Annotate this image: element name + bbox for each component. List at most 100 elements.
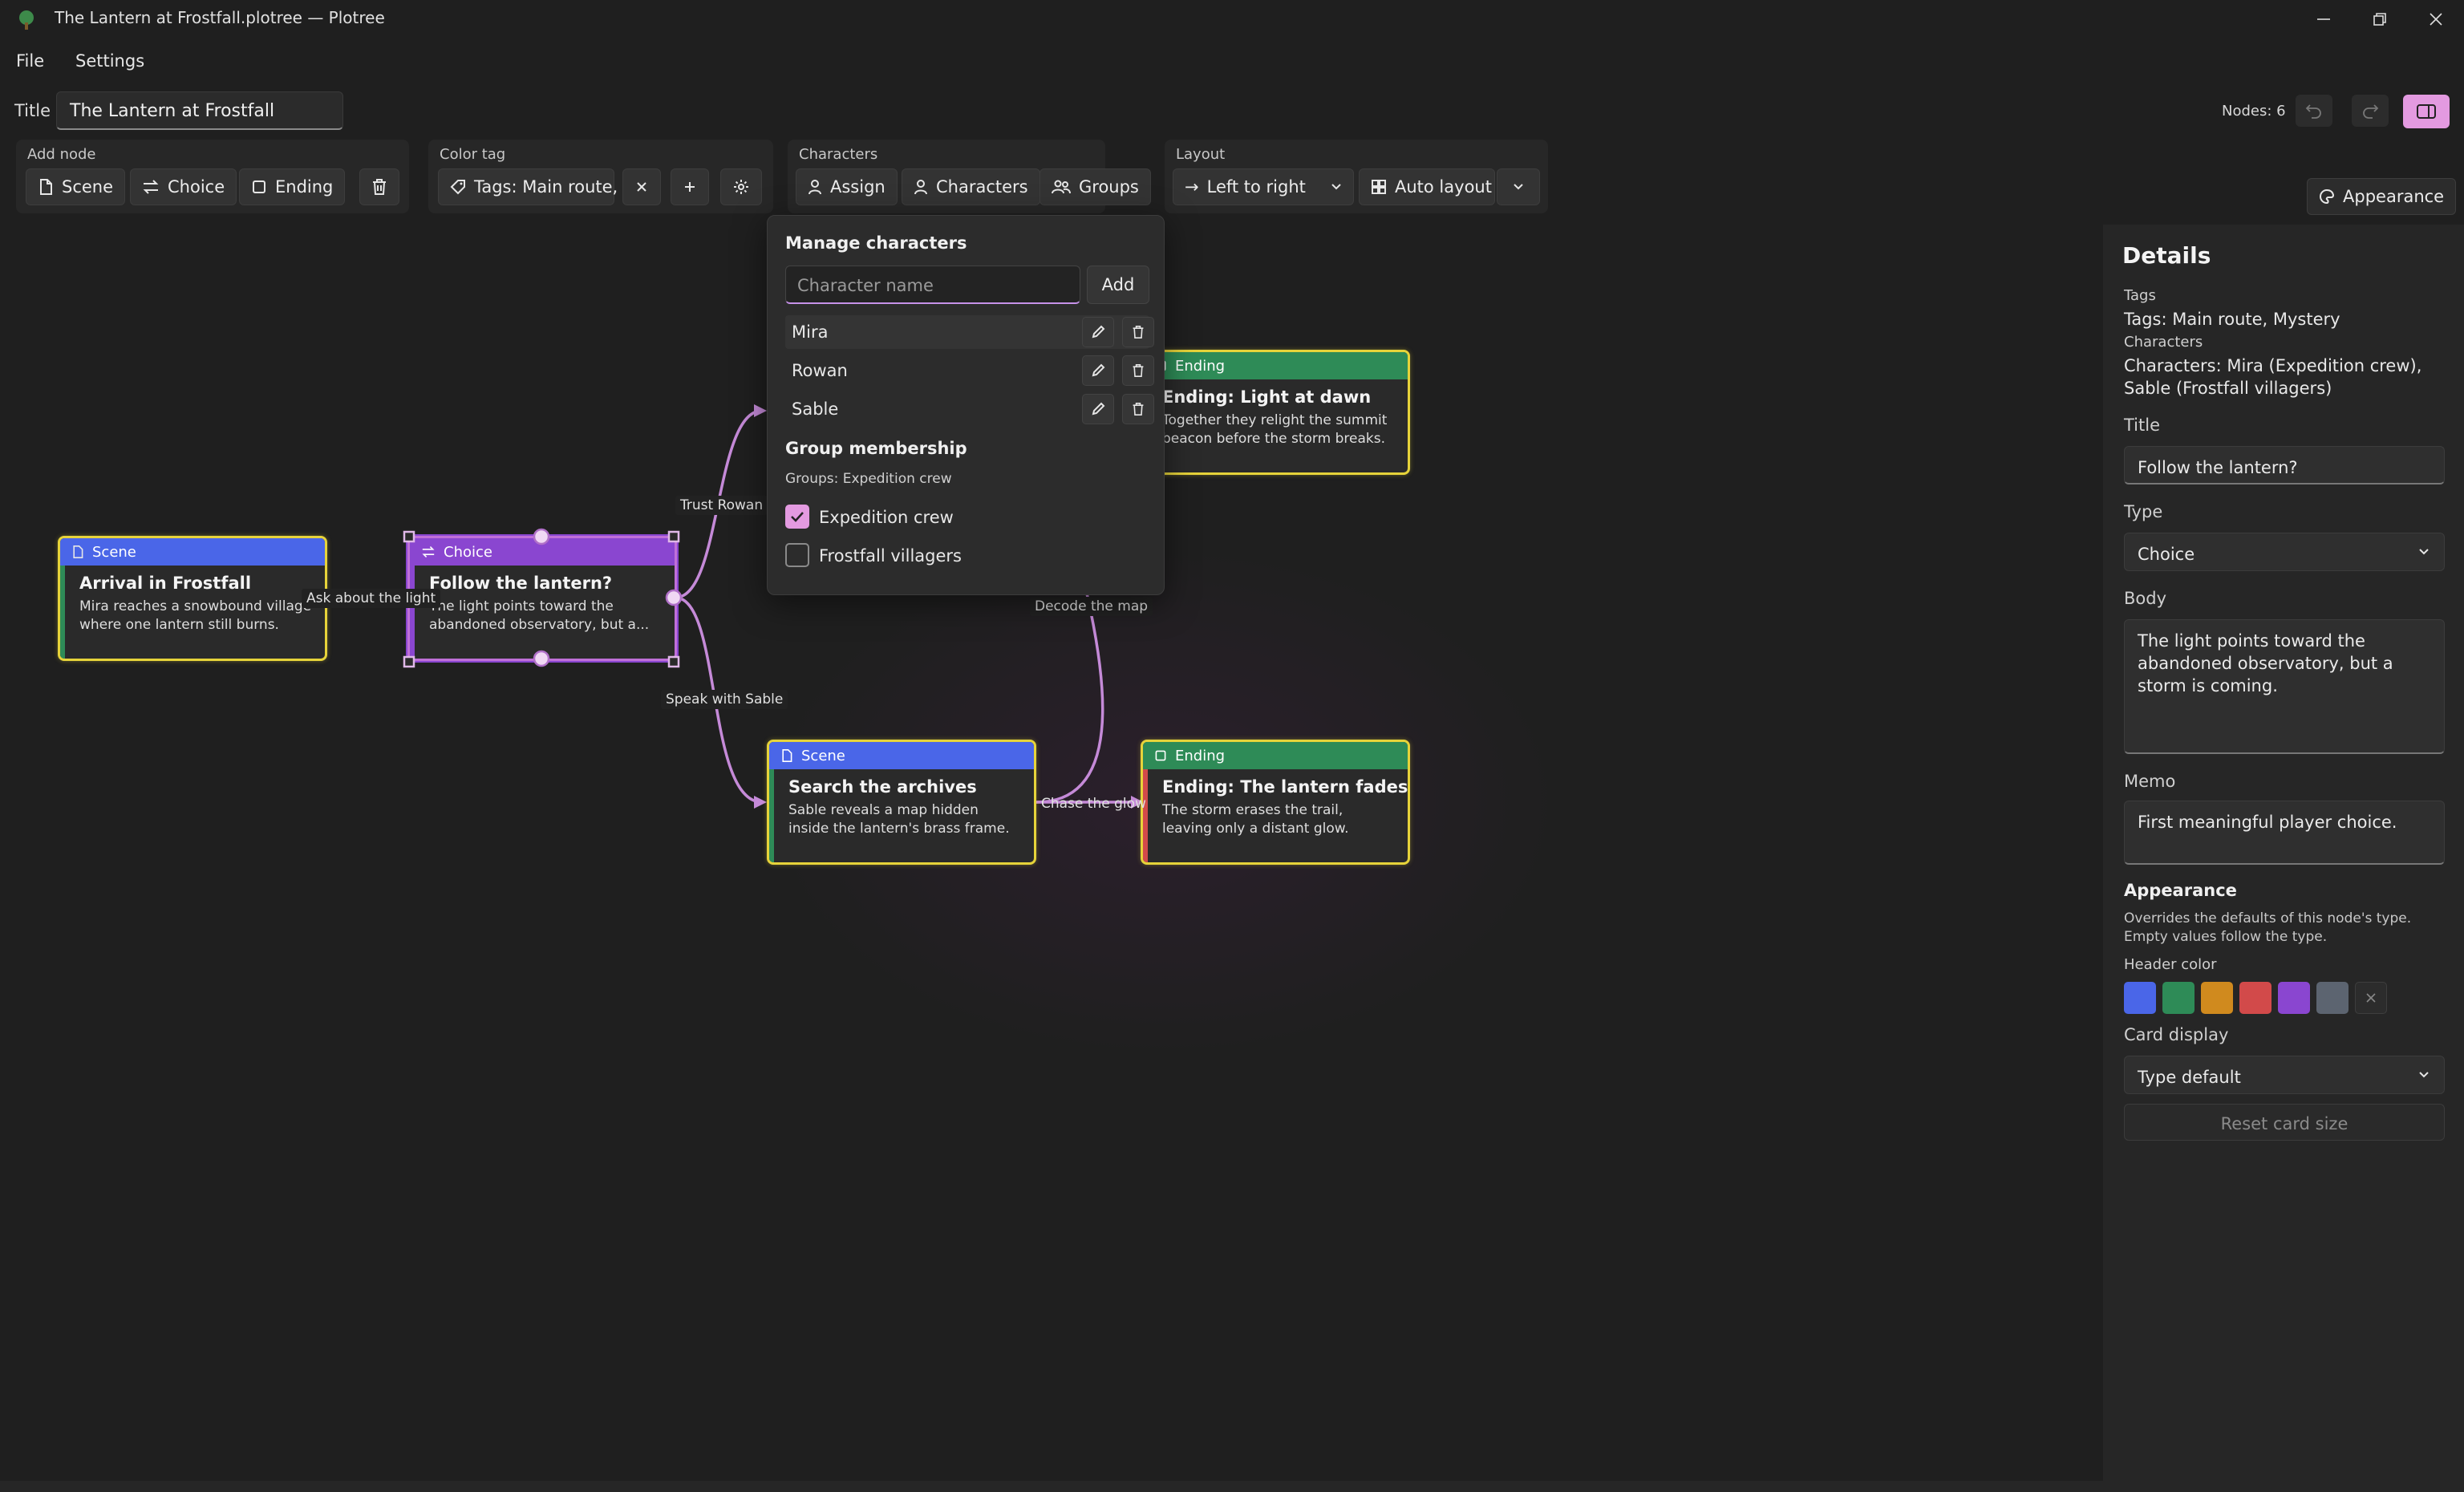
- character-name-input[interactable]: Character name: [785, 266, 1080, 304]
- delete-character-button[interactable]: [1122, 355, 1154, 386]
- people-icon: [1052, 180, 1071, 194]
- character-name: Sable: [792, 399, 839, 419]
- layout-direction-label: Left to right: [1206, 177, 1306, 197]
- body-label: Body: [2124, 589, 2167, 608]
- resize-handle[interactable]: [667, 655, 680, 668]
- document-icon: [73, 545, 83, 558]
- body-textarea[interactable]: The light points toward the abandoned ob…: [2124, 619, 2445, 754]
- trash-icon: [373, 179, 386, 195]
- undo-button[interactable]: [2296, 95, 2332, 127]
- assign-button[interactable]: Assign: [796, 168, 898, 205]
- restore-icon: [2373, 13, 2386, 26]
- appearance-button[interactable]: Appearance: [2307, 178, 2457, 215]
- x-icon: [2366, 993, 2376, 1003]
- redo-icon: [2363, 104, 2379, 119]
- delete-character-button[interactable]: [1122, 394, 1154, 424]
- characters-button[interactable]: Characters: [902, 168, 1040, 205]
- edge-label-chase-glow[interactable]: Chase the glow: [1036, 794, 1151, 813]
- selection-handles[interactable]: [398, 526, 688, 672]
- node-type: Scene: [92, 543, 136, 561]
- details-heading: Details: [2122, 242, 2211, 269]
- swatch-gray[interactable]: [2316, 982, 2348, 1014]
- character-name: Rowan: [792, 361, 848, 380]
- manage-characters-popup: Manage characters Character name Add Mir…: [767, 215, 1165, 595]
- tag-settings-button[interactable]: [720, 168, 762, 205]
- clear-color-button[interactable]: [2355, 982, 2387, 1014]
- edge-label-trust-rowan[interactable]: Trust Rowan: [675, 496, 768, 515]
- chevron-down-icon: [2419, 549, 2429, 555]
- delete-node-button[interactable]: [359, 168, 399, 205]
- title-label: Title: [14, 101, 51, 120]
- connect-handle[interactable]: [533, 528, 550, 545]
- add-character-button[interactable]: Add: [1087, 266, 1149, 304]
- swatch-green[interactable]: [2162, 982, 2194, 1014]
- resize-handle[interactable]: [403, 655, 415, 668]
- edit-character-button[interactable]: [1082, 317, 1114, 347]
- pencil-icon: [1092, 363, 1105, 377]
- edit-character-button[interactable]: [1082, 394, 1114, 424]
- node-type: Scene: [801, 747, 845, 764]
- reset-card-size-button[interactable]: Reset card size: [2124, 1104, 2445, 1141]
- resize-handle[interactable]: [667, 530, 680, 543]
- connect-handle[interactable]: [533, 650, 550, 667]
- horizontal-scrollbar[interactable]: [0, 1481, 2464, 1492]
- node-archives[interactable]: Scene Search the archives Sable reveals …: [767, 740, 1036, 865]
- menu-settings[interactable]: Settings: [75, 51, 144, 71]
- group-checkbox-expedition[interactable]: [785, 505, 809, 529]
- clear-tag-button[interactable]: [622, 168, 661, 205]
- type-select[interactable]: Choice: [2124, 533, 2445, 571]
- node-header: Scene: [769, 742, 1034, 769]
- document-icon: [782, 749, 792, 762]
- story-title-input[interactable]: The Lantern at Frostfall: [56, 91, 343, 130]
- add-scene-button[interactable]: Scene: [26, 168, 126, 205]
- redo-button[interactable]: [2352, 95, 2389, 127]
- character-name: Mira: [792, 322, 829, 342]
- connect-handle[interactable]: [665, 589, 683, 606]
- layout-title: Layout: [1176, 146, 1226, 163]
- node-type: Ending: [1175, 357, 1226, 375]
- card-display-select[interactable]: Type default: [2124, 1056, 2445, 1094]
- resize-handle[interactable]: [403, 530, 415, 543]
- card-display-value: Type default: [2138, 1068, 2241, 1087]
- menu-file[interactable]: File: [16, 51, 44, 71]
- add-tag-button[interactable]: [671, 168, 709, 205]
- grid-icon: [1372, 180, 1386, 194]
- chevron-down-icon: [1331, 184, 1341, 190]
- card-display-label: Card display: [2124, 1025, 2229, 1044]
- add-choice-button[interactable]: Choice: [130, 168, 237, 205]
- edge-label-decode-map[interactable]: Decode the map: [1030, 597, 1153, 616]
- edit-character-button[interactable]: [1082, 355, 1114, 386]
- characters-title: Characters: [799, 146, 878, 163]
- edge-label-ask-about[interactable]: Ask about the light: [302, 589, 441, 608]
- title-field-label: Title: [2124, 416, 2161, 435]
- chevron-down-icon: [1514, 184, 1523, 190]
- node-title: Search the archives: [788, 777, 977, 797]
- node-arrival[interactable]: Scene Arrival in Frostfall Mira reaches …: [58, 536, 327, 661]
- auto-layout-button[interactable]: Auto layout: [1359, 168, 1495, 205]
- minimize-button[interactable]: [2296, 0, 2352, 39]
- memo-textarea[interactable]: First meaningful player choice.: [2124, 801, 2445, 865]
- edge-label-speak-sable[interactable]: Speak with Sable: [661, 690, 788, 709]
- node-dawn[interactable]: Ending Ending: Light at dawn Together th…: [1141, 350, 1410, 475]
- node-title-input[interactable]: Follow the lantern?: [2124, 446, 2445, 484]
- pencil-icon: [1092, 402, 1105, 416]
- node-header: Ending: [1143, 742, 1408, 769]
- delete-character-button[interactable]: [1122, 317, 1154, 347]
- tags-dropdown[interactable]: Tags: Main route,: [438, 168, 618, 205]
- swatch-blue[interactable]: [2124, 982, 2156, 1014]
- groups-button[interactable]: Groups: [1040, 168, 1151, 205]
- group-membership-title: Group membership: [785, 439, 967, 458]
- node-body: Sable reveals a map hidden inside the la…: [788, 802, 1010, 837]
- auto-layout-menu-button[interactable]: [1497, 168, 1540, 205]
- close-button[interactable]: [2408, 0, 2464, 39]
- swatch-purple[interactable]: [2278, 982, 2310, 1014]
- swatch-red[interactable]: [2239, 982, 2272, 1014]
- toggle-panel-button[interactable]: [2403, 95, 2450, 128]
- add-ending-button[interactable]: Ending: [239, 168, 346, 205]
- group-checkbox-villagers[interactable]: [785, 543, 809, 567]
- layout-direction-dropdown[interactable]: → Left to right: [1173, 168, 1354, 205]
- node-fades[interactable]: Ending Ending: The lantern fades The sto…: [1141, 740, 1410, 865]
- header-color-label: Header color: [2124, 956, 2217, 973]
- restore-button[interactable]: [2352, 0, 2408, 39]
- swatch-orange[interactable]: [2201, 982, 2233, 1014]
